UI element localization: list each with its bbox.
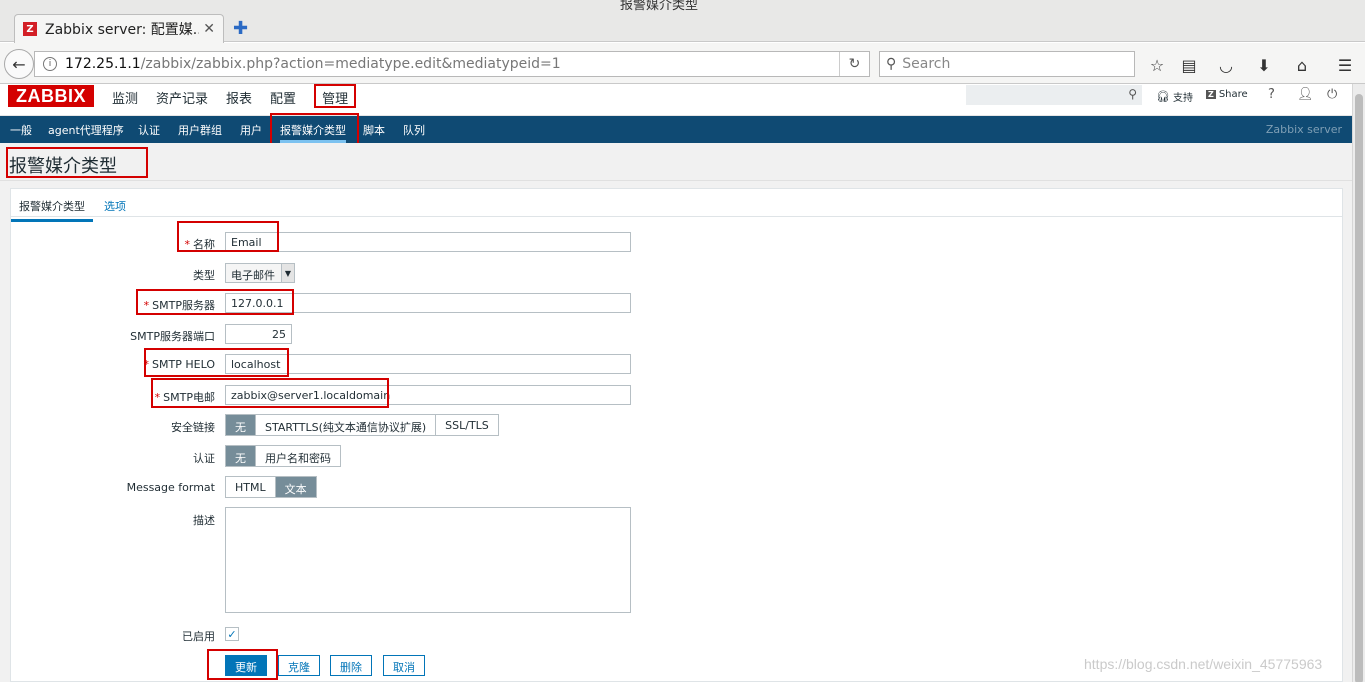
form-tabs: 报警媒介类型 选项 [11, 189, 1342, 222]
submenu-queue[interactable]: 队列 [403, 122, 425, 138]
user-profile-icon[interactable]: 👤︎ [1297, 87, 1314, 102]
smtp-port-label: SMTP服务器端口 [130, 330, 215, 343]
browser-tab[interactable]: Z Zabbix server: 配置媒... ✕ [14, 14, 224, 43]
zabbix-logo[interactable]: ZABBIX [8, 85, 94, 107]
submenu-proxies[interactable]: agent代理程序 [48, 122, 124, 138]
watermark: https://blog.csdn.net/weixin_45775963 [1084, 656, 1323, 672]
submenu-user-groups[interactable]: 用户群组 [178, 122, 222, 138]
tab-title: Zabbix server: 配置媒... [45, 22, 200, 38]
security-option-none[interactable]: 无 [226, 415, 256, 435]
name-input[interactable]: Email [225, 232, 631, 252]
submenu-highlight-box [270, 113, 359, 147]
reading-list-icon[interactable]: ▤ [1178, 54, 1200, 76]
scrollbar-thumb[interactable] [1355, 94, 1363, 682]
close-tab-icon[interactable]: ✕ [203, 21, 215, 37]
submenu-scripts[interactable]: 脚本 [363, 122, 385, 138]
bookmark-star-icon[interactable]: ☆ [1146, 54, 1168, 76]
support-link[interactable]: 🎧︎ 支持 [1156, 89, 1193, 104]
search-icon: ⚲ [886, 56, 897, 72]
back-arrow-icon[interactable]: ← [4, 49, 34, 79]
logout-icon[interactable]: ⏻ [1327, 87, 1337, 102]
tab-media-type[interactable]: 报警媒介类型 [11, 198, 93, 222]
message-format-text[interactable]: 文本 [275, 477, 316, 497]
message-format-label: Message format [126, 481, 215, 494]
auth-label: 认证 [193, 452, 215, 465]
clone-button[interactable]: 克隆 [278, 655, 320, 676]
security-option-ssl-tls[interactable]: SSL/TLS [436, 415, 498, 435]
headset-icon: 🎧︎ [1156, 90, 1170, 103]
main-menu: 监测 资产记录 报表 配置 管理 [112, 84, 367, 108]
url-host: 172.25.1.1 [65, 56, 141, 72]
smtp-helo-highlight-box [144, 348, 289, 377]
type-selected-value: 电子邮件 [231, 269, 275, 282]
window-title: 报警媒介类型 [620, 0, 699, 13]
smtp-port-input[interactable]: 25 [225, 324, 292, 344]
zabbix-header: ZABBIX 监测 资产记录 报表 配置 管理 ⚲ 🎧︎ 支持 Z Share … [0, 84, 1352, 116]
info-icon[interactable]: i [43, 57, 57, 71]
smtp-email-highlight-box [151, 378, 389, 408]
dropdown-arrow-icon: ▼ [281, 264, 294, 282]
enabled-label: 已启用 [182, 630, 215, 643]
server-name: Zabbix server [1265, 123, 1342, 136]
auth-option-none[interactable]: 无 [226, 446, 256, 466]
auth-option-username-password[interactable]: 用户名和密码 [256, 446, 340, 466]
message-format-html[interactable]: HTML [226, 477, 276, 497]
pocket-icon[interactable]: ◡ [1215, 54, 1237, 76]
checkmark-icon: ✓ [227, 627, 237, 641]
security-option-starttls[interactable]: STARTTLS(纯文本通信协议扩展) [256, 415, 437, 435]
help-icon[interactable]: ? [1268, 87, 1275, 102]
zabbix-favicon-icon: Z [23, 22, 37, 36]
auth-segmented-control: 无 用户名和密码 [225, 445, 341, 467]
browser-navbar: ← i 172.25.1.1/zabbix/zabbix.php?action=… [0, 43, 1365, 84]
type-select[interactable]: 电子邮件 ▼ [225, 263, 295, 283]
search-icon[interactable]: ⚲ [1128, 87, 1137, 101]
submenu-general[interactable]: 一般 [10, 122, 32, 138]
description-label: 描述 [193, 514, 215, 527]
message-format-segmented-control: HTML 文本 [225, 476, 317, 498]
support-label: 支持 [1172, 93, 1193, 104]
menu-configuration[interactable]: 配置 [270, 84, 303, 108]
security-segmented-control: 无 STARTTLS(纯文本通信协议扩展) SSL/TLS [225, 414, 499, 436]
media-type-form: 报警媒介类型 选项 [10, 188, 1343, 682]
title-highlight-box [6, 147, 148, 178]
download-icon[interactable]: ⬇ [1253, 54, 1275, 76]
share-logo-icon: Z [1206, 90, 1216, 99]
submenu-users[interactable]: 用户 [240, 122, 262, 138]
name-highlight-box [177, 221, 279, 252]
page-scrollbar[interactable] [1352, 84, 1365, 682]
url-bar[interactable]: i 172.25.1.1/zabbix/zabbix.php?action=me… [34, 51, 870, 77]
new-tab-icon[interactable]: ✚ [233, 18, 248, 39]
security-label: 安全链接 [171, 421, 215, 434]
home-icon[interactable]: ⌂ [1291, 54, 1313, 76]
cancel-button[interactable]: 取消 [383, 655, 425, 676]
global-search-input[interactable]: ⚲ [966, 85, 1142, 105]
share-link[interactable]: Z Share [1206, 89, 1248, 100]
search-placeholder: Search [902, 56, 951, 72]
reload-icon[interactable]: ↻ [839, 52, 869, 76]
update-highlight-box [207, 649, 278, 680]
description-textarea[interactable] [225, 507, 631, 613]
menu-reports[interactable]: 报表 [226, 84, 259, 108]
delete-button[interactable]: 删除 [330, 655, 372, 676]
menu-administration[interactable]: 管理 [314, 84, 357, 108]
enabled-checkbox[interactable]: ✓ [225, 627, 239, 641]
smtp-server-highlight-box [136, 289, 294, 315]
tab-options[interactable]: 选项 [104, 198, 126, 214]
menu-inventory[interactable]: 资产记录 [156, 84, 215, 108]
submenu-authentication[interactable]: 认证 [138, 122, 160, 138]
title-divider [0, 180, 1352, 181]
browser-titlebar: 报警媒介类型 Z Zabbix server: 配置媒... ✕ ✚ [0, 0, 1365, 43]
url-text[interactable]: 172.25.1.1/zabbix/zabbix.php?action=medi… [65, 56, 561, 72]
hamburger-menu-icon[interactable]: ☰ [1334, 54, 1356, 76]
browser-search-input[interactable]: ⚲ Search [879, 51, 1135, 77]
menu-monitoring[interactable]: 监测 [112, 84, 145, 108]
url-path: /zabbix/zabbix.php?action=mediatype.edit… [140, 56, 561, 72]
share-label: Share [1218, 89, 1248, 100]
admin-submenu: 一般 agent代理程序 认证 用户群组 用户 报警媒介类型 脚本 队列 Zab… [0, 116, 1352, 143]
type-label: 类型 [193, 269, 215, 282]
